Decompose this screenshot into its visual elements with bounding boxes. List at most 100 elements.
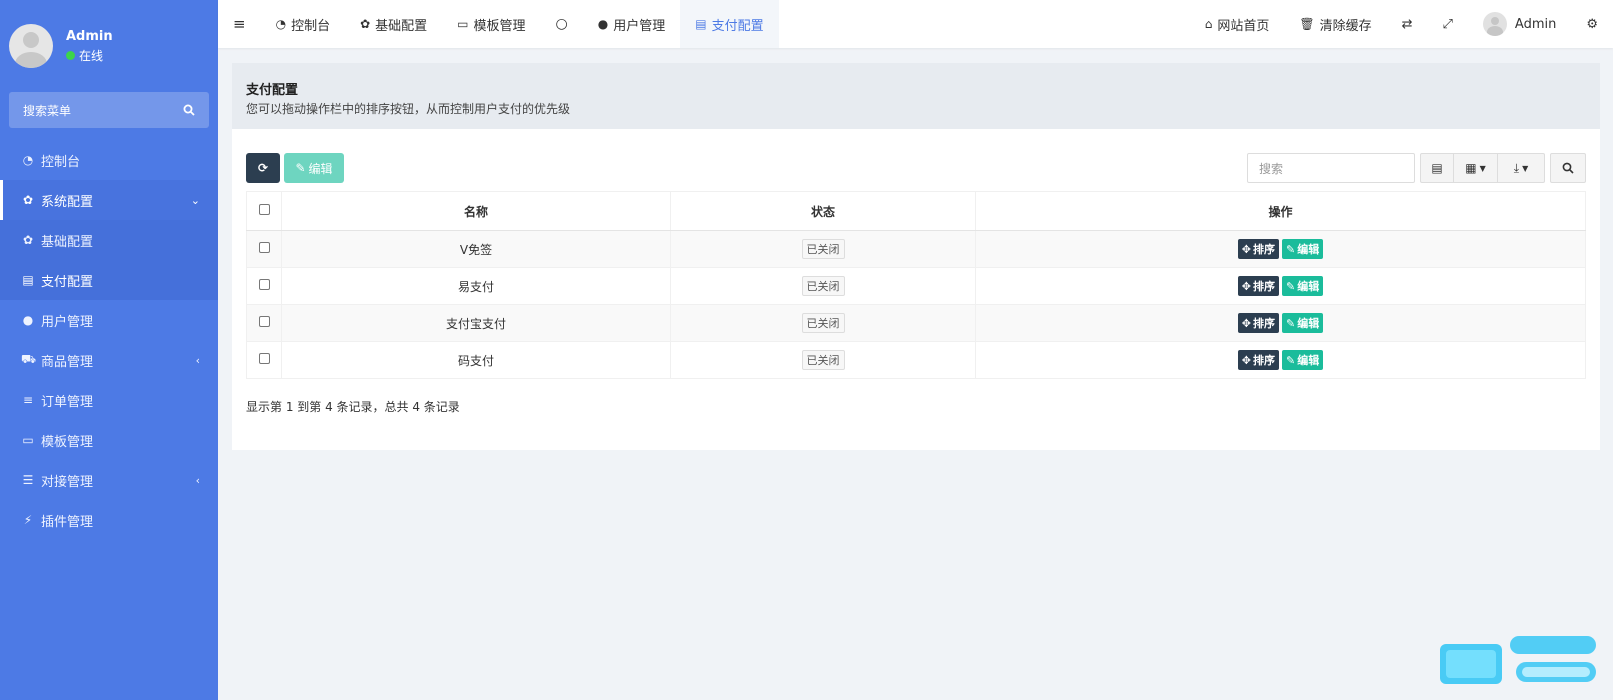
table-search-input[interactable]: 搜索 bbox=[1247, 153, 1415, 183]
row-name: 易支付 bbox=[281, 267, 671, 305]
user-menu[interactable]: Admin bbox=[1468, 0, 1571, 48]
advanced-search-button[interactable] bbox=[1550, 153, 1586, 183]
table-row: 码支付 已关闭 ✥ 排序 ✎ 编辑 bbox=[246, 341, 1586, 379]
export-button[interactable]: ⤓ ▼ bbox=[1498, 153, 1545, 183]
dashboard-icon: ◔ bbox=[275, 17, 287, 31]
language-button[interactable]: ⇄ bbox=[1387, 0, 1428, 48]
sidebar-item-templates[interactable]: ▭ 模板管理 bbox=[0, 420, 218, 460]
fullscreen-button[interactable]: ⤢ bbox=[1428, 0, 1468, 48]
columns-button[interactable]: ▦ ▼ bbox=[1454, 153, 1498, 183]
toggle-view-button[interactable]: ▤ bbox=[1420, 153, 1454, 183]
column-header-status[interactable]: 状态 bbox=[670, 191, 976, 231]
caret-down-icon: ▼ bbox=[1479, 163, 1486, 173]
sidebar-item-basic-config[interactable]: ✿ 基础配置 bbox=[0, 220, 218, 260]
sidebar-item-products[interactable]: ⛟ 商品管理 ‹ bbox=[0, 340, 218, 380]
gear-icon: ✿ bbox=[360, 17, 371, 31]
sidebar-item-plugins[interactable]: ⚡ 插件管理 bbox=[0, 500, 218, 540]
search-icon[interactable] bbox=[183, 104, 195, 116]
table-header-row: 名称 状态 操作 bbox=[246, 191, 1586, 231]
pencil-icon: ✎ bbox=[1286, 242, 1296, 256]
row-edit-button[interactable]: ✎ 编辑 bbox=[1282, 239, 1324, 259]
sidebar-item-dashboard[interactable]: ◔ 控制台 bbox=[0, 140, 218, 180]
caret-down-icon: ▼ bbox=[1522, 163, 1529, 173]
avatar bbox=[1482, 12, 1507, 36]
row-checkbox[interactable] bbox=[258, 242, 270, 253]
tab-payment-config[interactable]: ▤ 支付配置 bbox=[680, 0, 779, 48]
tab-dashboard[interactable]: ◔ 控制台 bbox=[261, 0, 346, 48]
gear-icon: ✿ bbox=[22, 193, 34, 207]
chevron-down-icon: ⌄ bbox=[190, 193, 200, 207]
row-checkbox[interactable] bbox=[258, 353, 270, 364]
list-icon: ▤ bbox=[695, 17, 707, 31]
bars-icon: ≡ bbox=[22, 393, 34, 407]
sort-button[interactable]: ✥ 排序 bbox=[1237, 239, 1279, 259]
table-view-buttons: ▤ ▦ ▼ ⤓ ▼ bbox=[1420, 153, 1545, 183]
tab-circle[interactable]: ○ bbox=[541, 0, 583, 48]
tab-basic-config[interactable]: ✿ 基础配置 bbox=[345, 0, 442, 48]
page-header: 支付配置 您可以拖动操作栏中的排序按钮，从而控制用户支付的优先级 bbox=[232, 63, 1600, 129]
list-icon: ▤ bbox=[1431, 161, 1443, 175]
row-name: V免签 bbox=[281, 230, 671, 268]
sidebar-item-payment-config[interactable]: ▤ 支付配置 bbox=[0, 260, 218, 300]
sort-button[interactable]: ✥ 排序 bbox=[1237, 313, 1279, 333]
page-description: 您可以拖动操作栏中的排序按钮，从而控制用户支付的优先级 bbox=[246, 102, 571, 116]
main-content: 支付配置 您可以拖动操作栏中的排序按钮，从而控制用户支付的优先级 ⟳ ✎ 编辑 … bbox=[232, 63, 1600, 450]
refresh-icon: ⟳ bbox=[257, 161, 269, 175]
move-icon: ✥ bbox=[1241, 353, 1251, 367]
column-header-name[interactable]: 名称 bbox=[281, 191, 671, 231]
watermark-logo bbox=[1440, 636, 1596, 684]
tab-users[interactable]: ● 用户管理 bbox=[583, 0, 681, 48]
edit-button[interactable]: ✎ 编辑 bbox=[284, 153, 344, 183]
table-row: 支付宝支付 已关闭 ✥ 排序 ✎ 编辑 bbox=[246, 304, 1586, 342]
user-icon: ● bbox=[22, 313, 34, 327]
column-header-actions: 操作 bbox=[975, 191, 1586, 231]
online-dot-icon bbox=[66, 50, 75, 60]
row-name: 支付宝支付 bbox=[281, 304, 671, 342]
sidebar-menu: ◔ 控制台 ✿ 系统配置 ⌄ ✿ 基础配置 ▤ 支付配置 ● 用户管理 ⛟ 商品… bbox=[0, 140, 218, 540]
row-edit-button[interactable]: ✎ 编辑 bbox=[1282, 313, 1324, 333]
hamburger-icon: ≡ bbox=[233, 15, 246, 33]
pencil-icon: ✎ bbox=[1286, 279, 1296, 293]
dashboard-icon: ◔ bbox=[22, 153, 34, 167]
sort-button[interactable]: ✥ 排序 bbox=[1237, 276, 1279, 296]
move-icon: ✥ bbox=[1241, 316, 1251, 330]
sidebar-item-users[interactable]: ● 用户管理 bbox=[0, 300, 218, 340]
clear-cache-button[interactable]: 🗑 清除缓存 bbox=[1284, 0, 1386, 48]
tab-templates[interactable]: ▭ 模板管理 bbox=[442, 0, 540, 48]
fullscreen-icon: ⤢ bbox=[1442, 16, 1453, 32]
list-icon: ▤ bbox=[22, 273, 34, 287]
sidebar-item-integrations[interactable]: ☰ 对接管理 ‹ bbox=[0, 460, 218, 500]
pencil-icon: ✎ bbox=[1286, 316, 1296, 330]
trash-icon: 🗑 bbox=[1299, 17, 1315, 31]
plug-icon: ⚡ bbox=[23, 513, 33, 527]
status-badge: 已关闭 bbox=[801, 313, 845, 333]
site-home-link[interactable]: ⌂ 网站首页 bbox=[1190, 0, 1285, 48]
home-icon: ⌂ bbox=[1204, 17, 1213, 31]
status-badge: 已关闭 bbox=[801, 350, 845, 370]
status-badge: 已关闭 bbox=[801, 239, 845, 259]
top-navbar: ≡ ◔ 控制台 ✿ 基础配置 ▭ 模板管理 ○ ● 用户管理 ▤ 支付配置 ⌂ … bbox=[218, 0, 1613, 48]
row-checkbox[interactable] bbox=[258, 316, 270, 327]
sort-button[interactable]: ✥ 排序 bbox=[1237, 350, 1279, 370]
user-icon: ● bbox=[597, 17, 609, 31]
pagination-info: 显示第 1 到第 4 条记录，总共 4 条记录 bbox=[246, 400, 460, 414]
select-all-checkbox[interactable] bbox=[258, 204, 270, 215]
row-checkbox[interactable] bbox=[258, 279, 270, 290]
search-icon bbox=[1562, 162, 1574, 174]
sidebar-search-input[interactable]: 搜索菜单 bbox=[9, 92, 209, 128]
row-edit-button[interactable]: ✎ 编辑 bbox=[1282, 276, 1324, 296]
gears-icon: ⚙ bbox=[1586, 16, 1598, 32]
settings-button[interactable]: ⚙ bbox=[1571, 0, 1613, 48]
row-edit-button[interactable]: ✎ 编辑 bbox=[1282, 350, 1324, 370]
user-panel: Admin 在线 bbox=[0, 0, 218, 92]
avatar[interactable] bbox=[9, 24, 53, 68]
payment-table: 名称 状态 操作 V免签 已关闭 ✥ 排序 ✎ 编辑 易支付 已关闭 ✥ 排序 … bbox=[246, 191, 1586, 379]
sidebar-item-system-config[interactable]: ✿ 系统配置 ⌄ bbox=[0, 180, 218, 220]
chevron-left-icon: ‹ bbox=[195, 353, 200, 367]
user-status: 在线 bbox=[66, 47, 113, 64]
sidebar-toggle-button[interactable]: ≡ bbox=[218, 0, 261, 48]
move-icon: ✥ bbox=[1241, 242, 1251, 256]
refresh-button[interactable]: ⟳ bbox=[246, 153, 280, 183]
sidebar-item-orders[interactable]: ≡ 订单管理 bbox=[0, 380, 218, 420]
table-toolbar: ⟳ ✎ 编辑 搜索 ▤ ▦ ▼ ⤓ ▼ bbox=[246, 153, 1586, 183]
